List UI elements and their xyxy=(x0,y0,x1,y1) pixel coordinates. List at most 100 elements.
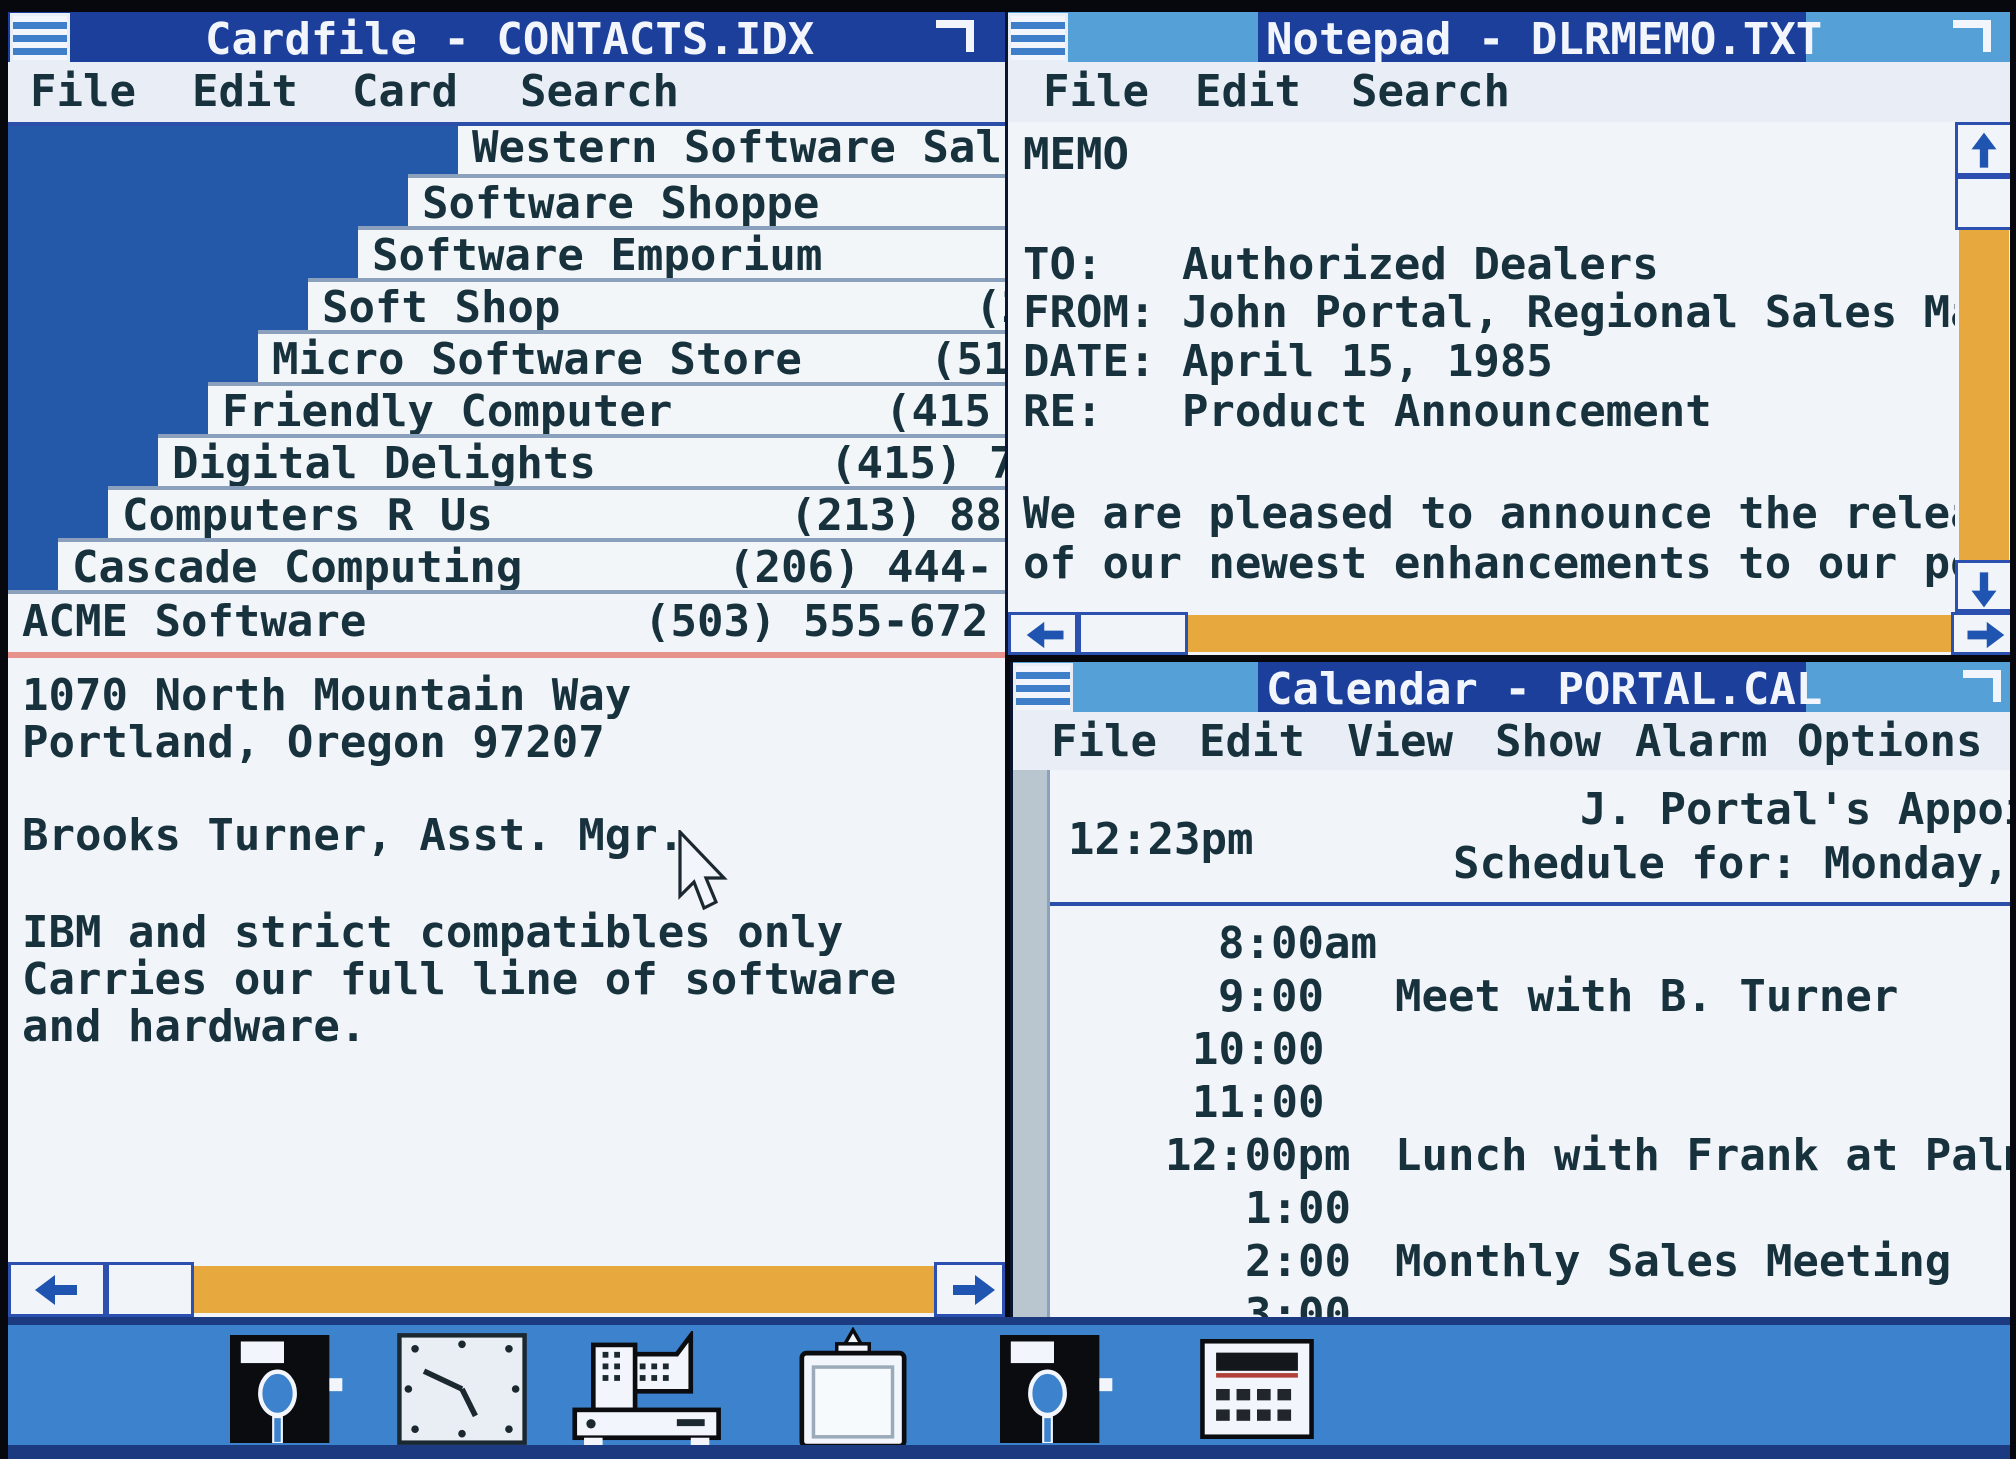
card-text-line: Portland, Oregon 97207 xyxy=(22,721,605,765)
schedule-entry[interactable]: Lunch with Frank at Palm xyxy=(1395,1134,2013,1178)
right-arrow-icon xyxy=(949,1273,997,1307)
notepad-hscrollbar[interactable] xyxy=(1008,612,2013,655)
menu-search[interactable]: Search xyxy=(1351,70,1510,114)
left-arrow-icon xyxy=(33,1273,81,1307)
menu-file[interactable]: File xyxy=(1043,70,1149,114)
scroll-track[interactable] xyxy=(194,1266,934,1313)
calendar-content[interactable]: 12:23pm J. Portal's Appoi Schedule for: … xyxy=(1050,770,2013,1322)
scroll-left-button[interactable] xyxy=(8,1262,106,1317)
memo-line: MEMO xyxy=(1023,133,1129,177)
scroll-track[interactable] xyxy=(1188,615,1951,652)
schedule-time[interactable]: 10:00 xyxy=(1192,1028,1324,1072)
calendar-title: Calendar - PORTAL.CAL xyxy=(1266,668,1822,712)
schedule-time[interactable]: 8:00am xyxy=(1218,922,1377,966)
menu-view[interactable]: View xyxy=(1347,720,1453,764)
card-text-line: 1070 North Mountain Way xyxy=(22,674,631,718)
schedule-entry[interactable]: Meet with B. Turner xyxy=(1395,975,1898,1019)
left-arrow-icon xyxy=(1025,620,1067,650)
restore-icon[interactable] xyxy=(1963,670,2001,702)
scroll-thumb[interactable] xyxy=(106,1262,194,1317)
card-text-line: Carries our full line of software xyxy=(22,958,896,1002)
restore-icon[interactable] xyxy=(936,20,974,52)
system-menu-icon[interactable] xyxy=(1008,13,1068,63)
scroll-thumb[interactable] xyxy=(1955,176,2013,230)
scroll-right-button[interactable] xyxy=(1951,612,2013,655)
schedule-time[interactable]: 9:00 xyxy=(1218,975,1324,1019)
card-row[interactable]: Software Emporium xyxy=(358,226,1005,282)
restore-icon[interactable] xyxy=(1953,20,1991,52)
screen-edge-top xyxy=(0,0,2016,12)
up-arrow-icon xyxy=(1966,131,2002,171)
schedule-time[interactable]: 12:00pm xyxy=(1165,1134,1350,1178)
calendar-left-strip xyxy=(1013,770,1050,1322)
memo-line: We are pleased to announce the relea xyxy=(1023,492,1955,536)
menu-search[interactable]: Search xyxy=(520,70,679,114)
notepad-text-area[interactable]: MEMO TO: Authorized Dealers FROM: John P… xyxy=(1008,122,1955,612)
screen-edge-right xyxy=(2010,0,2016,1459)
cardfile-menubar: File Edit Card Search xyxy=(8,62,1005,126)
cardfile-hscrollbar[interactable] xyxy=(8,1262,1005,1317)
desktop-icon-band xyxy=(0,1317,2016,1445)
printer-icon[interactable] xyxy=(556,1331,742,1451)
cardfile-title: Cardfile - CONTACTS.IDX xyxy=(205,18,814,62)
screen-edge-left xyxy=(0,0,8,1459)
calendar-header-line1: J. Portal's Appoi xyxy=(1580,788,2013,832)
memo-line: TO: Authorized Dealers xyxy=(1023,243,1659,287)
scroll-track[interactable] xyxy=(1959,230,2009,560)
scroll-down-button[interactable] xyxy=(1955,560,2013,612)
schedule-time[interactable]: 1:00 xyxy=(1245,1187,1351,1231)
scroll-thumb[interactable] xyxy=(1078,612,1188,655)
clock-icon[interactable] xyxy=(386,1333,538,1449)
calendar-header-line2: Schedule for: Monday, M xyxy=(1453,842,2013,886)
menu-edit[interactable]: Edit xyxy=(1199,720,1305,764)
card-row[interactable]: Western Software Sal xyxy=(458,118,1005,174)
card-row[interactable]: Friendly Computer (415 xyxy=(208,382,1005,438)
notepad-menubar: File Edit Search xyxy=(1008,62,2013,126)
calendar-clock: 12:23pm xyxy=(1068,818,1253,862)
memo-line: of our newest enhancements to our po xyxy=(1023,542,1955,586)
notepad-title: Notepad - DLRMEMO.TXT xyxy=(1266,18,1822,62)
scroll-up-button[interactable] xyxy=(1955,122,2013,176)
calculator-icon[interactable] xyxy=(1188,1339,1326,1443)
schedule-time[interactable]: 2:00 xyxy=(1245,1240,1351,1284)
menu-edit[interactable]: Edit xyxy=(192,70,298,114)
schedule-entry[interactable]: Monthly Sales Meeting xyxy=(1395,1240,1951,1284)
memo-line: RE: Product Announcement xyxy=(1023,390,1712,434)
bottom-strip xyxy=(0,1445,2016,1459)
card-text-line: and hardware. xyxy=(22,1005,366,1049)
menu-edit[interactable]: Edit xyxy=(1195,70,1301,114)
memo-line: DATE: April 15, 1985 xyxy=(1023,340,1553,384)
system-menu-icon[interactable] xyxy=(1013,663,1073,713)
card-row[interactable]: Computers R Us (213) 88 xyxy=(108,486,1005,542)
notepad-vscrollbar[interactable] xyxy=(1955,122,2013,612)
system-menu-icon[interactable] xyxy=(10,13,70,63)
scroll-right-button[interactable] xyxy=(934,1262,1005,1317)
card-row[interactable]: Digital Delights (415) 7 xyxy=(158,434,1005,490)
menu-card[interactable]: Card xyxy=(352,70,458,114)
cardfile-titlebar[interactable]: Cardfile - CONTACTS.IDX xyxy=(8,12,1005,62)
floppy-disk-icon[interactable] xyxy=(218,1335,350,1447)
card-row[interactable]: Micro Software Store (51 xyxy=(258,330,1005,386)
menu-show[interactable]: Show xyxy=(1495,720,1601,764)
header-divider xyxy=(1050,902,2013,906)
card-row[interactable]: Cascade Computing (206) 444- xyxy=(58,538,1005,594)
calendar-window: Calendar - PORTAL.CAL File Edit View Sho… xyxy=(1010,662,2013,1322)
menu-file[interactable]: File xyxy=(30,70,136,114)
schedule-time[interactable]: 11:00 xyxy=(1192,1081,1324,1125)
card-row[interactable]: Software Shoppe xyxy=(408,174,1005,230)
calendar-menubar: File Edit View Show Alarm Options xyxy=(1013,712,2013,774)
menu-options[interactable]: Options xyxy=(1797,720,1982,764)
menu-file[interactable]: File xyxy=(1051,720,1157,764)
active-card[interactable]: ACME Software (503) 555-672 1070 North M… xyxy=(8,590,1005,1266)
scroll-left-button[interactable] xyxy=(1008,612,1078,655)
clipboard-icon[interactable] xyxy=(760,1327,946,1453)
notepad-window: Notepad - DLRMEMO.TXT File Edit Search M… xyxy=(1005,12,2013,655)
calendar-titlebar[interactable]: Calendar - PORTAL.CAL xyxy=(1013,662,2013,712)
down-arrow-icon xyxy=(1966,569,2002,609)
notepad-titlebar[interactable]: Notepad - DLRMEMO.TXT xyxy=(1008,12,2013,62)
menu-alarm[interactable]: Alarm xyxy=(1635,720,1767,764)
cardfile-window: Cardfile - CONTACTS.IDX File Edit Card S… xyxy=(8,12,1005,1317)
card-divider xyxy=(8,652,1005,658)
card-row[interactable]: Soft Shop (2 xyxy=(308,278,1005,334)
floppy-disk-icon[interactable] xyxy=(988,1335,1120,1447)
